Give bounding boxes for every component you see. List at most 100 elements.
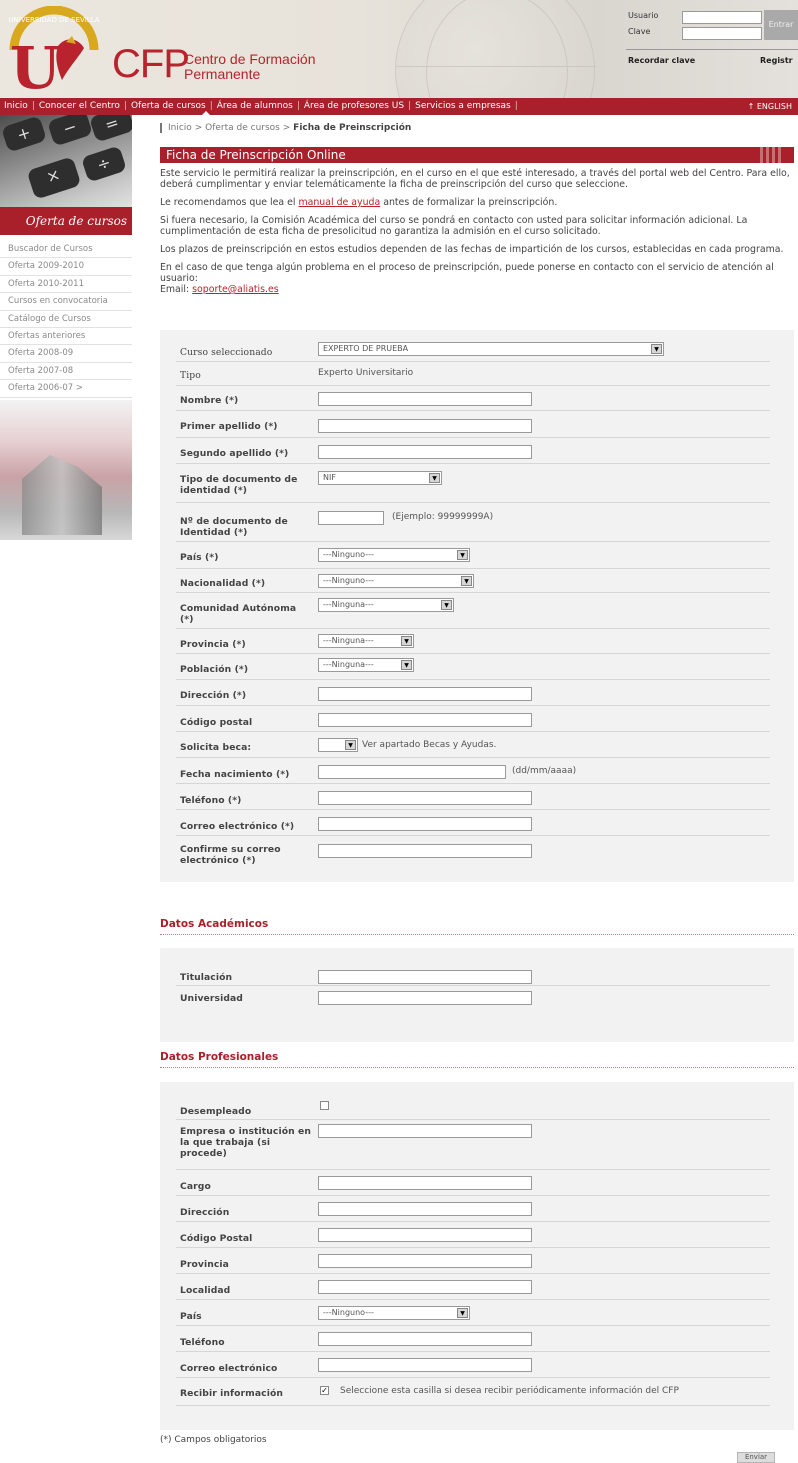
prof-provincia-input[interactable] <box>318 1254 532 1268</box>
form-row-empresa: Empresa o institución en la que trabaja … <box>176 1120 770 1170</box>
prof-direccion-label: Dirección <box>180 1207 230 1218</box>
login-button[interactable]: Entrar <box>764 10 798 40</box>
titulacion-input[interactable] <box>318 970 532 984</box>
sidebar-item-ofertas-anteriores[interactable]: Ofertas anteriores <box>0 328 132 346</box>
form-row-provincia: Provincia (*) ---Ninguna--- ▼ <box>176 629 770 654</box>
personal-data-panel-continued: Dirección (*) Código postal Solicita bec… <box>160 680 794 882</box>
nombre-input[interactable] <box>318 392 532 406</box>
sidebar-item-2009-2010[interactable]: Oferta 2009-2010 <box>0 258 132 276</box>
remember-password-link[interactable]: Recordar clave <box>628 56 695 65</box>
prof-correo-input[interactable] <box>318 1358 532 1372</box>
nacionalidad-select[interactable]: ---Ninguno--- ▼ <box>318 574 474 588</box>
form-row-nombre: Nombre (*) <box>176 386 770 411</box>
intro-paragraph: Si fuera necesario, la Comisión Académic… <box>160 215 748 237</box>
tipo-doc-select[interactable]: NIF ▼ <box>318 471 442 485</box>
provincia-label: Provincia (*) <box>180 639 246 650</box>
english-link[interactable]: ↑ ENGLISH <box>748 98 792 115</box>
support-email-link[interactable]: soporte@aliatis.es <box>192 284 278 295</box>
personal-data-panel: Curso seleccionado EXPERTO DE PRUEBA ▼ Ti… <box>160 330 794 710</box>
correo-input[interactable] <box>318 817 532 831</box>
svg-text:U: U <box>10 34 61 92</box>
fecha-input[interactable] <box>318 765 506 779</box>
user-input[interactable] <box>682 11 762 24</box>
main-nav: Inicio | Conocer el Centro | Oferta de curso… <box>0 98 798 115</box>
intro-text-part: antes de formalizar la preinscripción. <box>380 197 558 208</box>
prof-provincia-label: Provincia <box>180 1259 229 1270</box>
form-row-prof-direccion: Dirección <box>176 1196 770 1222</box>
submit-button[interactable]: Enviar <box>737 1452 775 1463</box>
cp-label: Código postal <box>180 717 253 728</box>
empresa-label: Empresa o institución en la que trabaja … <box>180 1126 312 1159</box>
chevron-down-icon: ▼ <box>429 473 440 483</box>
password-input[interactable] <box>682 27 762 40</box>
chevron-down-icon: ▼ <box>441 600 452 610</box>
nav-item-profesores[interactable]: Área de profesores US <box>300 98 408 115</box>
curso-select[interactable]: EXPERTO DE PRUEBA ▼ <box>318 342 664 356</box>
cp-input[interactable] <box>318 713 532 727</box>
form-row-prof-cp: Código Postal <box>176 1222 770 1248</box>
sidebar-item-2007-08[interactable]: Oferta 2007-08 <box>0 363 132 381</box>
sidebar-item-2010-2011[interactable]: Oferta 2010-2011 <box>0 276 132 294</box>
prof-direccion-input[interactable] <box>318 1202 532 1216</box>
sidebar-item-buscador[interactable]: Buscador de Cursos <box>0 241 132 259</box>
recibir-checkbox[interactable]: ✓ <box>320 1386 329 1395</box>
breadcrumb-oferta[interactable]: Oferta de cursos <box>205 123 280 133</box>
form-row-confirm: Confirme su correo electrónico (*) <box>176 836 770 870</box>
telefono-input[interactable] <box>318 791 532 805</box>
recibir-label: Recibir información <box>180 1388 284 1399</box>
intro-text: Este servicio le permitirá realizar la p… <box>160 168 790 295</box>
num-doc-label: Nº de documento de Identidad (*) <box>180 516 288 538</box>
help-manual-link[interactable]: manual de ayuda <box>298 197 380 208</box>
sidebar-item-2008-09[interactable]: Oferta 2008-09 <box>0 345 132 363</box>
desempleado-checkbox[interactable] <box>320 1101 329 1110</box>
nav-item-empresas[interactable]: Servicios a empresas <box>411 98 515 115</box>
sidebar-item-2006-07[interactable]: Oferta 2006-07 > <box>0 380 132 398</box>
cargo-input[interactable] <box>318 1176 532 1190</box>
register-link[interactable]: Registr <box>760 56 793 65</box>
form-row-tipo: Tipo Experto Universitario <box>176 362 770 386</box>
poblacion-select[interactable]: ---Ninguna--- ▼ <box>318 658 414 672</box>
sidebar-item-catalogo[interactable]: Catálogo de Cursos <box>0 311 132 328</box>
cfp-logo[interactable]: CFP <box>112 44 190 84</box>
empresa-input[interactable] <box>318 1124 532 1138</box>
tipo-label: Tipo <box>180 370 201 381</box>
prof-pais-select[interactable]: ---Ninguno--- ▼ <box>318 1306 470 1320</box>
localidad-label: Localidad <box>180 1285 231 1296</box>
form-row-localidad: Localidad <box>176 1274 770 1300</box>
universidad-input[interactable] <box>318 991 532 1005</box>
provincia-select[interactable]: ---Ninguna--- ▼ <box>318 634 414 648</box>
prof-telefono-input[interactable] <box>318 1332 532 1346</box>
building-photo <box>0 400 132 540</box>
nacionalidad-label: Nacionalidad (*) <box>180 578 266 589</box>
form-row-cp: Código postal <box>176 706 770 732</box>
prof-pais-value: ---Ninguno--- <box>323 1308 374 1317</box>
form-row-prof-pais: País ---Ninguno--- ▼ <box>176 1300 770 1326</box>
direccion-input[interactable] <box>318 687 532 701</box>
nav-item-oferta[interactable]: Oferta de cursos <box>127 98 210 115</box>
university-seal-logo[interactable]: UNIVERSIDAD DE SEVILLA U <box>8 6 100 92</box>
beca-select[interactable]: ▼ <box>318 738 358 752</box>
breadcrumb-inicio[interactable]: Inicio <box>168 123 192 133</box>
sidebar: + − = × ÷ Oferta de cursos Buscador de C… <box>0 115 132 540</box>
chevron-down-icon: ▼ <box>401 660 412 670</box>
comunidad-select[interactable]: ---Ninguna--- ▼ <box>318 598 454 612</box>
form-row-prof-correo: Correo electrónico <box>176 1352 770 1378</box>
globe-decoration <box>395 0 596 98</box>
title-stripes-decoration <box>760 147 782 163</box>
prof-cp-input[interactable] <box>318 1228 532 1242</box>
localidad-input[interactable] <box>318 1280 532 1294</box>
direccion-label: Dirección (*) <box>180 690 247 701</box>
nav-item-conocer[interactable]: Conocer el Centro <box>35 98 124 115</box>
apellido1-input[interactable] <box>318 419 532 433</box>
confirm-email-input[interactable] <box>318 844 532 858</box>
nav-item-inicio[interactable]: Inicio <box>0 98 32 115</box>
beca-label: Solicita beca: <box>180 742 252 753</box>
pais-select[interactable]: ---Ninguno--- ▼ <box>318 548 470 562</box>
telefono-label: Teléfono (*) <box>180 795 242 806</box>
sidebar-item-convocatoria[interactable]: Cursos en convocatoria <box>0 293 132 311</box>
apellido2-input[interactable] <box>318 445 532 459</box>
num-doc-input[interactable] <box>318 511 384 525</box>
pais-label: País (*) <box>180 552 219 563</box>
nav-item-alumnos[interactable]: Área de alumnos <box>213 98 297 115</box>
form-row-prof-telefono: Teléfono <box>176 1326 770 1352</box>
